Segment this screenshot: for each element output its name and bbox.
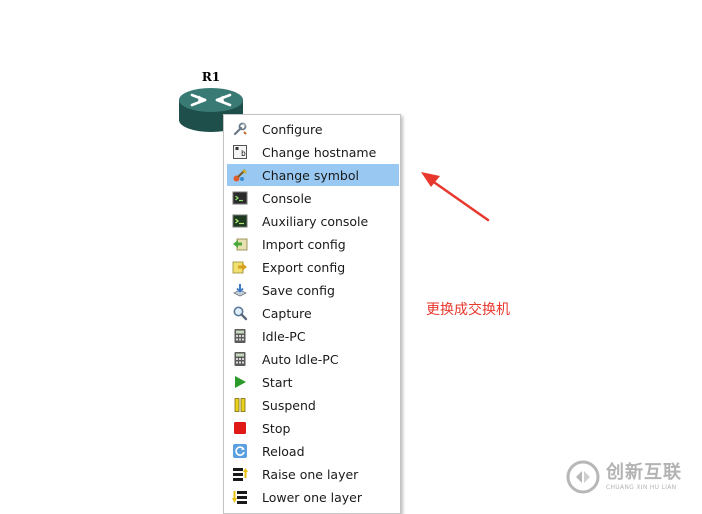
menu-item-label: Configure xyxy=(262,121,323,137)
menu-item-change-hostname[interactable]: b Change hostname xyxy=(227,141,399,163)
console-icon xyxy=(232,190,248,206)
menu-item-reload[interactable]: Reload xyxy=(227,440,399,462)
menu-item-label: Start xyxy=(262,374,293,390)
menu-item-label: Stop xyxy=(262,420,291,436)
menu-item-change-symbol[interactable]: Change symbol xyxy=(227,164,399,186)
menu-item-console[interactable]: Console xyxy=(227,187,399,209)
menu-item-configure[interactable]: Configure xyxy=(227,118,399,140)
play-icon xyxy=(232,374,248,390)
context-menu: Configure b Change hostname Change symbo… xyxy=(223,114,401,514)
menu-item-start[interactable]: Start xyxy=(227,371,399,393)
menu-item-label: Change symbol xyxy=(262,167,359,183)
menu-item-capture[interactable]: Capture xyxy=(227,302,399,324)
calculator-icon xyxy=(232,351,248,367)
menu-item-label: Suspend xyxy=(262,397,316,413)
menu-item-export-config[interactable]: Export config xyxy=(227,256,399,278)
menu-item-lower-one-layer[interactable]: Lower one layer xyxy=(227,486,399,508)
menu-item-label: Export config xyxy=(262,259,346,275)
annotation-text: 更换成交换机 xyxy=(426,302,510,318)
menu-item-import-config[interactable]: Import config xyxy=(227,233,399,255)
watermark-logo-icon xyxy=(566,460,600,494)
menu-item-raise-one-layer[interactable]: Raise one layer xyxy=(227,463,399,485)
menu-item-label: Import config xyxy=(262,236,346,252)
export-config-icon xyxy=(232,259,248,275)
menu-item-label: Capture xyxy=(262,305,312,321)
svg-text:b: b xyxy=(241,149,246,158)
menu-item-label: Idle-PC xyxy=(262,328,306,344)
change-symbol-icon xyxy=(232,167,248,183)
menu-item-save-config[interactable]: Save config xyxy=(227,279,399,301)
raise-layer-icon xyxy=(232,466,248,482)
menu-item-label: Auxiliary console xyxy=(262,213,369,229)
menu-item-auxiliary-console[interactable]: Auxiliary console xyxy=(227,210,399,232)
menu-item-suspend[interactable]: Suspend xyxy=(227,394,399,416)
wrench-icon xyxy=(232,121,248,137)
auxiliary-console-icon xyxy=(232,213,248,229)
menu-item-label: Console xyxy=(262,190,312,206)
pause-icon xyxy=(232,397,248,413)
reload-icon xyxy=(232,443,248,459)
menu-item-auto-idle-pc[interactable]: Auto Idle-PC xyxy=(227,348,399,370)
lower-layer-icon xyxy=(232,489,248,505)
save-config-icon xyxy=(232,282,248,298)
menu-item-label: Raise one layer xyxy=(262,466,359,482)
import-config-icon xyxy=(232,236,248,252)
watermark: 创新互联 CHUANG XIN HU LIAN xyxy=(556,450,702,504)
watermark-brand: 创新互联 xyxy=(606,461,682,483)
router-label: R1 xyxy=(201,70,221,84)
hostname-icon: b xyxy=(232,144,248,160)
menu-item-idle-pc[interactable]: Idle-PC xyxy=(227,325,399,347)
watermark-subtitle: CHUANG XIN HU LIAN xyxy=(606,483,677,491)
menu-item-label: Change hostname xyxy=(262,144,377,160)
annotation-arrow xyxy=(421,172,490,222)
magnifier-icon xyxy=(232,305,248,321)
stop-icon xyxy=(232,420,248,436)
menu-item-label: Save config xyxy=(262,282,335,298)
menu-item-label: Reload xyxy=(262,443,305,459)
calculator-icon xyxy=(232,328,248,344)
menu-item-label: Lower one layer xyxy=(262,489,363,505)
menu-item-label: Auto Idle-PC xyxy=(262,351,339,367)
menu-item-stop[interactable]: Stop xyxy=(227,417,399,439)
